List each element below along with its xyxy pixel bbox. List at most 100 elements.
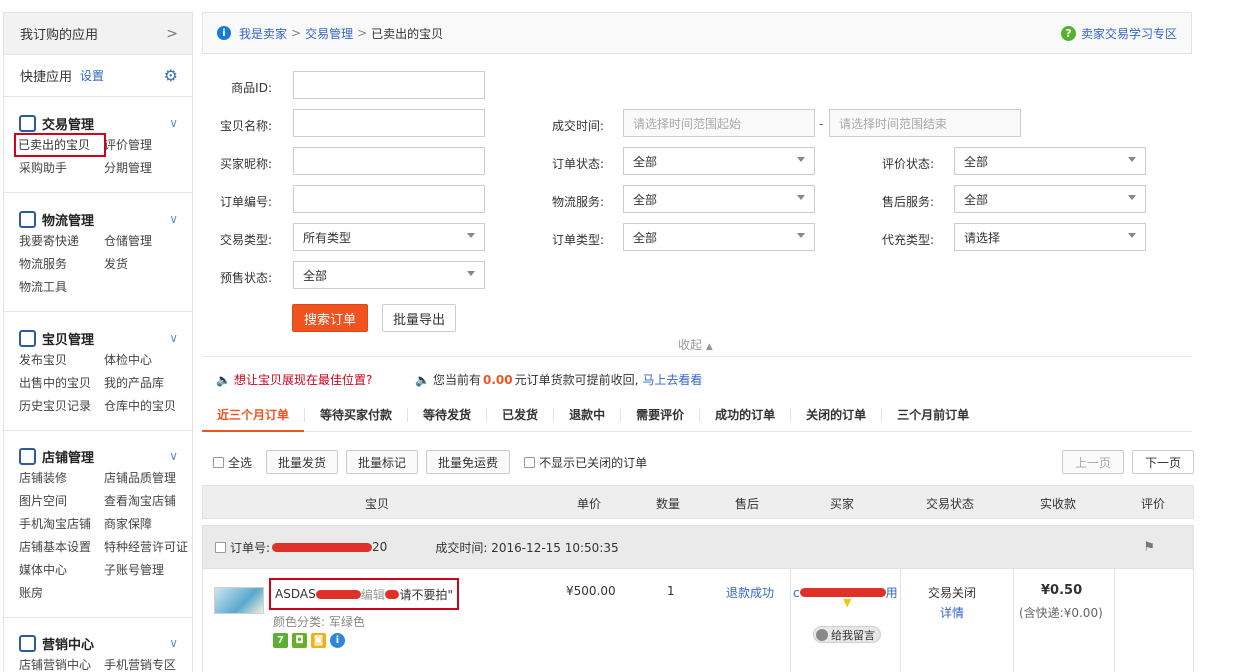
sidebar-item-product-library[interactable]: 我的产品库 bbox=[104, 373, 192, 393]
hide-closed-toggle[interactable]: 不显示已关闭的订单 bbox=[524, 454, 647, 471]
sidebar-item-special-license[interactable]: 特种经营许可证 bbox=[104, 537, 192, 557]
trade-type-select[interactable]: 所有类型 bbox=[293, 223, 485, 251]
sidebar-item-quality[interactable]: 店铺品质管理 bbox=[104, 468, 192, 488]
sidebar-item-sub-accounts[interactable]: 子账号管理 bbox=[104, 560, 192, 580]
sidebar-item-sold-items[interactable]: 已卖出的宝贝 bbox=[14, 133, 106, 157]
presale-select[interactable]: 全部 bbox=[293, 261, 485, 289]
sidebar-item-history[interactable]: 历史宝贝记录 bbox=[19, 396, 104, 416]
tab-successful[interactable]: 成功的订单 bbox=[700, 407, 792, 422]
order-no-tail: 20 bbox=[372, 540, 388, 554]
sidebar-item-logistics-tools[interactable]: 物流工具 bbox=[19, 277, 104, 297]
sidebar-item-on-sale[interactable]: 出售中的宝贝 bbox=[19, 373, 104, 393]
select-all-checkbox[interactable] bbox=[213, 456, 224, 468]
sidebar-item-publish[interactable]: 发布宝贝 bbox=[19, 350, 104, 370]
order-no-input[interactable] bbox=[293, 185, 485, 213]
sidebar-item-in-warehouse[interactable]: 仓库中的宝贝 bbox=[104, 396, 192, 416]
flag-icon[interactable]: ⚑ bbox=[1143, 540, 1155, 555]
seller-learning-link[interactable]: ? 卖家交易学习专区 bbox=[1060, 25, 1177, 42]
sidebar-item-purchase-helper[interactable]: 采购助手 bbox=[19, 158, 104, 178]
tab-last-three-months[interactable]: 近三个月订单 bbox=[202, 407, 306, 432]
bulk-mark-button[interactable]: 批量标记 bbox=[346, 450, 419, 474]
logistics-select[interactable]: 全部 bbox=[623, 185, 815, 213]
search-orders-button[interactable]: 搜索订单 bbox=[292, 304, 368, 332]
order-type-select[interactable]: 全部 bbox=[623, 223, 815, 251]
sidebar-item-installments[interactable]: 分期管理 bbox=[104, 158, 192, 178]
bulk-free-shipping-button[interactable]: 批量免运费 bbox=[426, 450, 511, 474]
sidebar-item-mobile-shop[interactable]: 手机淘宝店铺 bbox=[19, 514, 104, 534]
tab-older-orders[interactable]: 三个月前订单 bbox=[882, 408, 984, 422]
select-all[interactable]: 全选 bbox=[213, 454, 252, 471]
sidebar-item-media-center[interactable]: 媒体中心 bbox=[19, 560, 104, 580]
breadcrumb-seller-home[interactable]: 我是卖家 bbox=[239, 25, 287, 42]
next-page-button[interactable]: 下一页 bbox=[1132, 450, 1194, 474]
bulk-export-button[interactable]: 批量导出 bbox=[382, 304, 456, 332]
sidebar-section-logistics-header[interactable]: 物流管理 ∨ bbox=[19, 207, 192, 231]
service-badges: 7 ◘ ◙ i bbox=[273, 633, 345, 648]
sidebar-links: 我要寄快递 仓储管理 物流服务 发货 物流工具 bbox=[19, 231, 192, 297]
prev-page-button[interactable]: 上一页 bbox=[1062, 450, 1124, 474]
sidebar-item-image-space[interactable]: 图片空间 bbox=[19, 491, 104, 511]
sidebar-item-mobile-marketing[interactable]: 手机营销专区 bbox=[104, 655, 192, 672]
after-sale-select[interactable]: 全部 bbox=[954, 185, 1146, 213]
sidebar-item-warehouse[interactable]: 仓储管理 bbox=[104, 231, 192, 251]
quick-apps-settings-link[interactable]: 设置 bbox=[80, 67, 104, 84]
deal-time-end-input[interactable]: 请选择时间范围结束 bbox=[829, 109, 1021, 137]
sidebar-section-items-header[interactable]: 宝贝管理 ∨ bbox=[19, 326, 192, 350]
tab-closed[interactable]: 关闭的订单 bbox=[791, 407, 883, 422]
tab-awaiting-payment[interactable]: 等待买家付款 bbox=[305, 407, 409, 422]
sidebar-item-health-check[interactable]: 体检中心 bbox=[104, 350, 192, 370]
speaker-icon: 🔈 bbox=[216, 372, 231, 387]
sidebar-item-shop-marketing[interactable]: 店铺营销中心 bbox=[19, 655, 104, 672]
sidebar-item-view-shop[interactable]: 查看淘宝店铺 bbox=[104, 491, 192, 511]
agent-type-select[interactable]: 请选择 bbox=[954, 223, 1146, 251]
sidebar-item-merchant-guarantee[interactable]: 商家保障 bbox=[104, 514, 192, 534]
sidebar-item-rating[interactable]: 评价管理 bbox=[104, 135, 192, 155]
deal-time-start-input[interactable]: 请选择时间范围起始 bbox=[623, 109, 815, 137]
item-title[interactable]: ASDAS 编辑 请不要拍" bbox=[269, 578, 459, 610]
view-now-link[interactable]: 马上去看看 bbox=[642, 371, 702, 388]
collapse-toggle[interactable]: 收起 ▲ bbox=[678, 336, 713, 353]
chevron-down-icon: ∨ bbox=[169, 116, 178, 130]
leave-message-button[interactable]: 给我留言 bbox=[813, 626, 881, 643]
order-checkbox[interactable] bbox=[215, 541, 226, 553]
sidebar-section-shop-header[interactable]: 店铺管理 ∨ bbox=[19, 444, 192, 468]
gold-badge-icon[interactable]: ◙ bbox=[311, 633, 326, 648]
sidebar: 我订购的应用 > 快捷应用 设置 ⚙ 交易管理 ∨ 已卖出的宝贝 评价管理 采购… bbox=[3, 12, 193, 672]
sidebar-section-title: 物流管理 bbox=[42, 213, 95, 229]
seven-day-return-icon[interactable]: 7 bbox=[273, 633, 288, 648]
item-thumbnail[interactable] bbox=[214, 587, 264, 614]
tab-shipped[interactable]: 已发货 bbox=[487, 407, 555, 422]
sidebar-item-decoration[interactable]: 店铺装修 bbox=[19, 468, 104, 488]
tab-awaiting-shipment[interactable]: 等待发货 bbox=[408, 407, 488, 422]
guarantee-icon[interactable]: ◘ bbox=[292, 633, 307, 648]
after-sale-status-link[interactable]: 退款成功 bbox=[726, 584, 774, 601]
bulk-ship-button[interactable]: 批量发货 bbox=[266, 450, 339, 474]
sidebar-item-send-express[interactable]: 我要寄快递 bbox=[19, 231, 104, 251]
order-no-label: 订单号: bbox=[230, 540, 271, 555]
subscribed-apps[interactable]: 我订购的应用 > bbox=[4, 13, 192, 55]
buyer-nick-input[interactable] bbox=[293, 147, 485, 175]
info-icon[interactable]: i bbox=[330, 633, 345, 648]
subscribed-apps-label: 我订购的应用 bbox=[20, 28, 99, 43]
sidebar-item-account-room[interactable]: 账房 bbox=[19, 583, 104, 603]
sidebar-section-trade-header[interactable]: 交易管理 ∨ bbox=[19, 111, 192, 135]
wangwang-icon[interactable]: ▼ bbox=[843, 596, 851, 609]
redaction-mark bbox=[315, 589, 361, 599]
item-name-input[interactable] bbox=[293, 109, 485, 137]
order-detail-link[interactable]: 详情 bbox=[940, 604, 964, 621]
tab-refunding[interactable]: 退款中 bbox=[554, 407, 622, 422]
hide-closed-checkbox[interactable] bbox=[524, 456, 536, 468]
sidebar-item-shop-settings[interactable]: 店铺基本设置 bbox=[19, 537, 104, 557]
order-status-select[interactable]: 全部 bbox=[623, 147, 815, 175]
sidebar-item-logistics-service[interactable]: 物流服务 bbox=[19, 254, 104, 274]
item-id-input[interactable] bbox=[293, 71, 485, 99]
promo-notice[interactable]: 🔈 想让宝贝展现在最佳位置? bbox=[216, 371, 372, 388]
sidebar-item-ship[interactable]: 发货 bbox=[104, 254, 192, 274]
breadcrumb-trade-management[interactable]: 交易管理 bbox=[305, 25, 353, 42]
chevron-down-icon: ∨ bbox=[169, 331, 178, 345]
gear-icon[interactable]: ⚙ bbox=[164, 66, 178, 85]
tab-need-rating[interactable]: 需要评价 bbox=[621, 407, 701, 422]
rating-status-select[interactable]: 全部 bbox=[954, 147, 1146, 175]
sidebar-section-marketing-header[interactable]: 营销中心 ∨ bbox=[19, 631, 192, 655]
hide-closed-label: 不显示已关闭的订单 bbox=[539, 455, 648, 470]
